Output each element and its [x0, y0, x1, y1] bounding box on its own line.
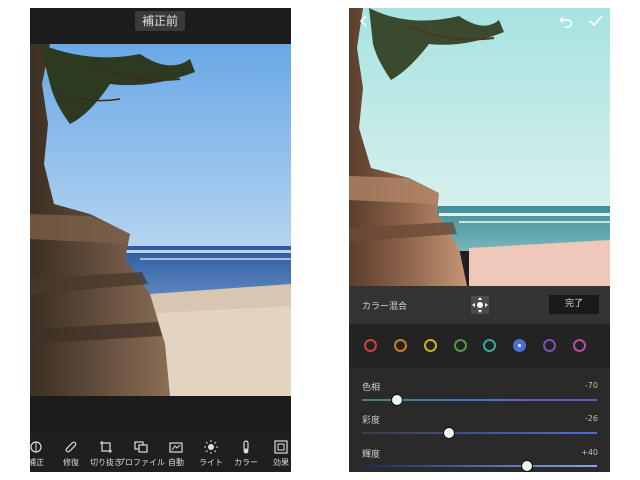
swatch-green[interactable]: [454, 339, 467, 352]
luminance-value: +40: [581, 448, 598, 457]
saturation-label: 彩度: [362, 416, 381, 426]
edit-toolbar: 補正 修復 切り抜き プロファイル 自動 ライト カラー 効果: [30, 436, 291, 472]
panel-title: カラー混合: [362, 302, 408, 312]
undo-icon[interactable]: [559, 14, 573, 28]
checkmark-icon[interactable]: [589, 14, 603, 28]
luminance-slider-track[interactable]: [362, 465, 597, 467]
crop-icon: [100, 441, 112, 453]
luminance-label: 輝度: [362, 450, 381, 460]
color-icon: [243, 440, 249, 454]
effects-icon: [274, 440, 288, 454]
hue-slider-knob[interactable]: [391, 394, 404, 406]
after-screen: カラー混合 完了 色相 -70 彩度 -26 輝度 +40: [349, 8, 610, 472]
light-icon: [204, 440, 218, 454]
back-chevron-icon[interactable]: [357, 14, 371, 28]
done-button[interactable]: 完了: [549, 295, 599, 314]
photo-after: [349, 8, 610, 286]
swatch-magenta[interactable]: [573, 339, 586, 352]
panel-header: カラー混合 完了: [349, 286, 610, 324]
swatch-orange[interactable]: [394, 339, 407, 352]
before-screen: 補正前 補正 修復 切り抜き プロファイル 自動 ライト カラー 効果: [30, 8, 291, 472]
luminance-slider-knob[interactable]: [520, 460, 533, 472]
swatch-yellow[interactable]: [424, 339, 437, 352]
color-mix-panel: カラー混合 完了 色相 -70 彩度 -26 輝度 +40: [349, 286, 610, 472]
heal-icon: [65, 441, 77, 453]
color-swatches: [349, 324, 610, 368]
saturation-value: -26: [584, 414, 598, 423]
saturation-slider-knob[interactable]: [442, 427, 455, 439]
swatch-purple[interactable]: [543, 339, 556, 352]
auto-icon: [169, 442, 183, 453]
adjust-icon: [30, 441, 42, 453]
hue-label: 色相: [362, 383, 381, 393]
swatch-red[interactable]: [364, 339, 377, 352]
before-badge[interactable]: 補正前: [135, 11, 185, 31]
saturation-slider-track[interactable]: [362, 432, 597, 434]
swatch-blue[interactable]: [513, 339, 526, 352]
photo-before: [30, 44, 291, 396]
target-adjust-icon[interactable]: [471, 296, 489, 314]
top-bar: 補正前: [30, 8, 291, 44]
swatch-aqua[interactable]: [483, 339, 496, 352]
tool-effects[interactable]: 効果: [263, 436, 291, 472]
hue-value: -70: [584, 381, 598, 390]
profile-icon: [134, 441, 148, 453]
